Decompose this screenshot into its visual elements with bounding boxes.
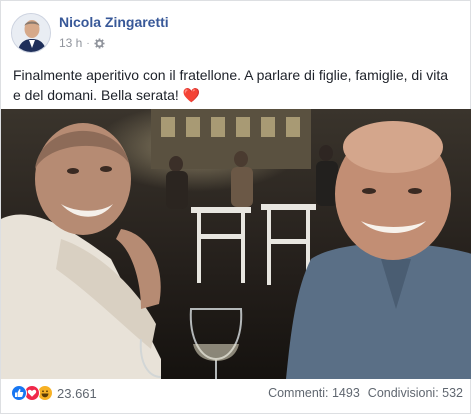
post-header: Nicola Zingaretti 13 h · [11,11,451,53]
post-meta: 13 h · [59,36,105,50]
reactions-summary[interactable]: 23.661 [11,385,97,401]
like-icon [11,385,27,401]
engagement-counts: Commenti: 1493 Condivisioni: 532 [268,386,463,400]
comments-count[interactable]: Commenti: 1493 [268,386,360,400]
post-text: Finalmente aperitivo con il fratellone. … [13,65,453,105]
meta-separator: · [86,37,90,49]
post-photo[interactable] [1,109,471,379]
author-avatar[interactable] [11,13,51,53]
gear-icon[interactable] [94,37,105,49]
facebook-post: Nicola Zingaretti 13 h · Finalmente aper… [0,0,471,414]
shares-count[interactable]: Condivisioni: 532 [368,386,463,400]
post-footer: 23.661 Commenti: 1493 Condivisioni: 532 [11,384,463,406]
author-name[interactable]: Nicola Zingaretti [59,14,169,30]
reactions-count: 23.661 [57,385,97,401]
heart-emoji: ❤️ [182,87,201,103]
post-message: Finalmente aperitivo con il fratellone. … [13,67,448,103]
post-timestamp[interactable]: 13 h [59,36,82,50]
